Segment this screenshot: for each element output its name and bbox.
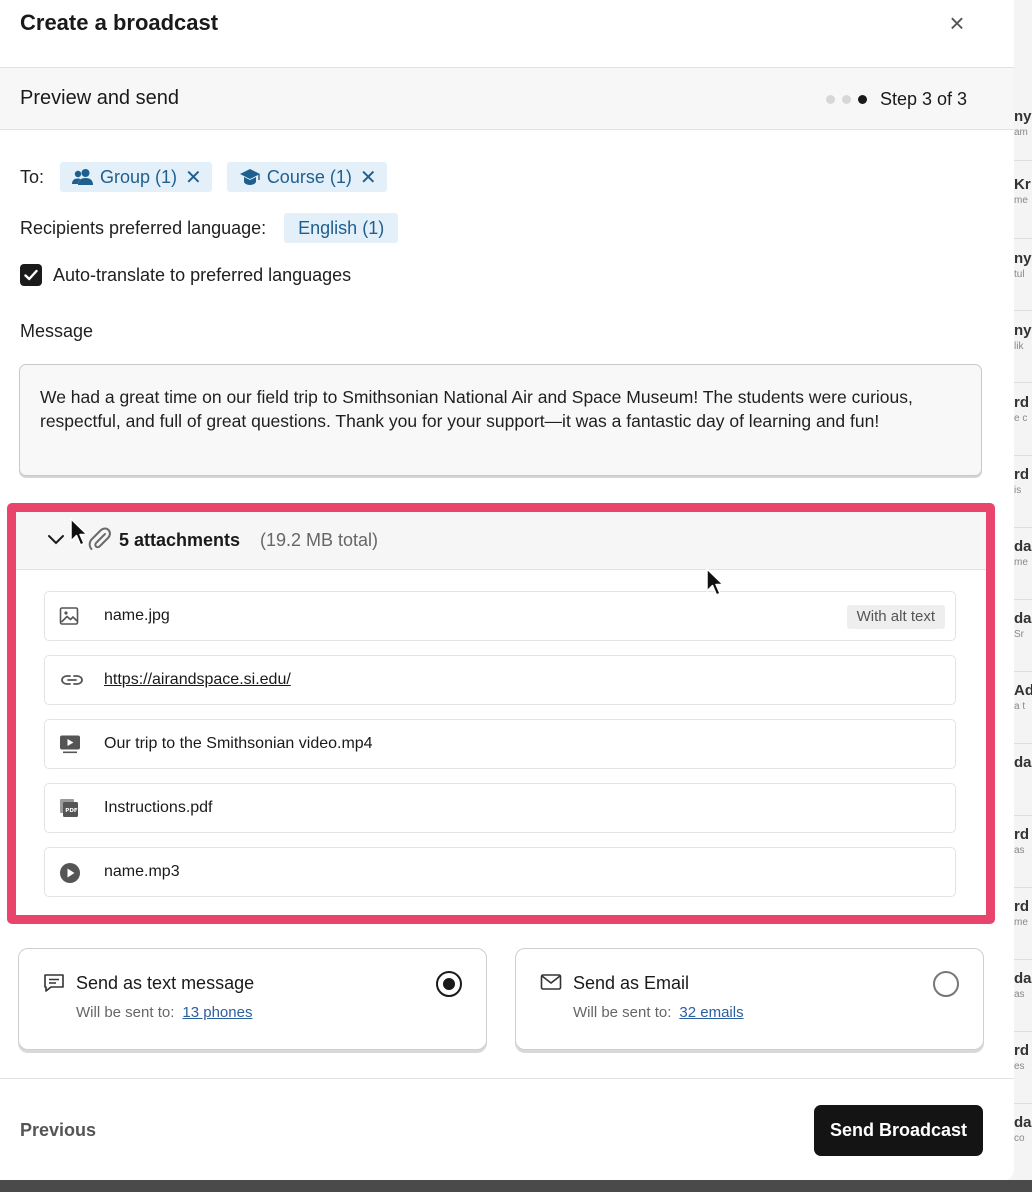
recipient-chip-group[interactable]: Group (1) ✕ — [60, 162, 212, 192]
graduation-cap-icon — [239, 168, 261, 186]
email-radio[interactable] — [933, 971, 959, 997]
step-dot — [842, 95, 851, 104]
modal-footer: Previous Send Broadcast — [0, 1078, 1014, 1180]
modal-header: Create a broadcast × — [0, 0, 1014, 68]
link-icon — [59, 670, 85, 690]
step-label: Step 3 of 3 — [880, 89, 968, 109]
recipients-row: To: Group (1) ✕ Course (1) ✕ — [20, 162, 402, 192]
remove-chip-icon[interactable]: ✕ — [360, 165, 377, 190]
background-overlay — [0, 1180, 1032, 1192]
step-dot — [826, 95, 835, 104]
background-row: rd me — [1014, 898, 1029, 928]
mouse-cursor-icon — [70, 518, 88, 546]
background-row: da as — [1014, 970, 1032, 1000]
attachment-item[interactable]: PDF Instructions.pdf — [44, 783, 956, 833]
broadcast-modal: Create a broadcast × Preview and send St… — [0, 0, 1014, 1180]
attachment-item[interactable]: https://airandspace.si.edu/ — [44, 655, 956, 705]
option-title: Send as text message — [76, 973, 255, 993]
recipient-chip-label: Group (1) — [100, 166, 178, 187]
attachment-item[interactable]: name.mp3 — [44, 847, 956, 897]
alt-text-badge: With alt text — [846, 605, 945, 629]
attachment-item[interactable]: name.jpg With alt text — [44, 591, 956, 641]
previous-button[interactable]: Previous — [20, 1120, 96, 1141]
step-title: Preview and send — [20, 87, 179, 109]
checkmark-icon — [24, 269, 38, 281]
radio-selected-dot — [443, 978, 455, 990]
svg-text:PDF: PDF — [65, 808, 78, 814]
auto-translate-checkbox[interactable] — [20, 264, 42, 286]
language-row: Recipients preferred language: English (… — [20, 213, 399, 243]
mouse-cursor-icon — [706, 568, 724, 596]
attachments-panel: 5 attachments (19.2 MB total) name.jpg W… — [7, 503, 995, 924]
background-row: rd es — [1014, 1042, 1029, 1072]
attachments-header[interactable]: 5 attachments (19.2 MB total) — [16, 512, 986, 570]
modal-title: Create a broadcast — [20, 10, 219, 35]
phones-link[interactable]: 13 phones — [182, 1004, 252, 1021]
background-row: ny am — [1014, 108, 1032, 138]
image-icon — [59, 606, 79, 626]
send-as-email-option[interactable]: Send as Email Will be sent to: 32 emails — [515, 948, 984, 1050]
envelope-icon — [540, 973, 562, 991]
step-indicator: Step 3 of 3 — [826, 89, 967, 110]
language-label: Recipients preferred language: — [20, 217, 267, 238]
send-broadcast-button[interactable]: Send Broadcast — [814, 1105, 983, 1156]
chevron-down-icon[interactable] — [46, 529, 66, 554]
send-as-text-option[interactable]: Send as text message Will be sent to: 13 … — [18, 948, 487, 1050]
step-dot-active — [858, 95, 867, 104]
background-row: da Sr — [1014, 610, 1032, 640]
message-text[interactable]: We had a great time on our field trip to… — [19, 364, 982, 476]
step-header: Preview and send Step 3 of 3 — [0, 68, 1014, 130]
background-row: da — [1014, 754, 1032, 771]
group-icon — [72, 168, 94, 186]
attachment-link[interactable]: https://airandspace.si.edu/ — [104, 671, 291, 689]
recipient-chip-course[interactable]: Course (1) ✕ — [226, 162, 387, 192]
option-sub-label: Will be sent to: — [573, 1004, 672, 1021]
background-row: rd e c — [1014, 394, 1029, 424]
language-chip[interactable]: English (1) — [284, 213, 399, 243]
option-subtitle: Will be sent to: 32 emails — [573, 1004, 744, 1021]
chat-message-icon — [43, 973, 65, 993]
pdf-icon: PDF — [59, 798, 81, 818]
background-row: rd as — [1014, 826, 1029, 856]
background-row: da co — [1014, 1114, 1032, 1144]
option-sub-label: Will be sent to: — [76, 1004, 175, 1021]
auto-translate-label: Auto-translate to preferred languages — [53, 264, 352, 285]
attachment-name: name.mp3 — [104, 863, 180, 880]
attachments-size: (19.2 MB total) — [260, 530, 379, 550]
video-icon — [59, 734, 81, 754]
background-row: ny lik — [1014, 322, 1032, 352]
background-row: da me — [1014, 538, 1032, 568]
attachment-name: Instructions.pdf — [104, 799, 213, 816]
option-subtitle: Will be sent to: 13 phones — [76, 1004, 252, 1021]
attachment-name: Our trip to the Smithsonian video.mp4 — [104, 735, 373, 752]
attachment-item[interactable]: Our trip to the Smithsonian video.mp4 — [44, 719, 956, 769]
option-title: Send as Email — [573, 973, 690, 993]
remove-chip-icon[interactable]: ✕ — [185, 165, 202, 190]
background-row: Ad a t — [1014, 682, 1032, 712]
close-icon[interactable]: × — [944, 8, 970, 38]
emails-link[interactable]: 32 emails — [679, 1004, 743, 1021]
to-label: To: — [20, 166, 45, 187]
background-row: ny tul — [1014, 250, 1032, 280]
recipient-chip-label: Course (1) — [266, 166, 352, 187]
background-row: rd is — [1014, 466, 1029, 496]
text-message-radio[interactable] — [436, 971, 462, 997]
audio-play-icon — [59, 862, 81, 884]
message-label: Message — [20, 321, 94, 341]
attachment-name: name.jpg — [104, 607, 170, 624]
attachments-count: 5 attachments — [119, 530, 241, 550]
auto-translate-row: Auto-translate to preferred languages — [20, 264, 351, 286]
background-row: Kr me — [1014, 176, 1031, 206]
